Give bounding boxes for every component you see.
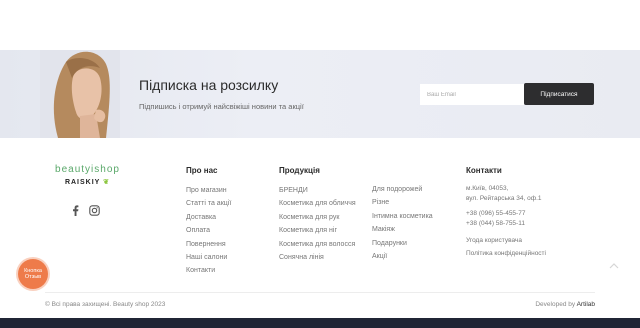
products-column: Продукція БРЕНДИ Косметика для обличчя К… — [279, 166, 459, 264]
about-link[interactable]: Контакти — [186, 264, 231, 277]
about-column: Про нас Про магазин Статті та акції Дост… — [186, 166, 231, 278]
address-line: вул. Рейтарська 34, оф.1 — [466, 194, 542, 202]
about-link[interactable]: Повернення — [186, 238, 231, 251]
phone-link[interactable]: +38 (044) 58-755-11 — [466, 219, 546, 229]
about-link[interactable]: Доставка — [186, 211, 231, 224]
address-line: м.Київ, 04053, — [466, 185, 509, 192]
about-link[interactable]: Оплата — [186, 224, 231, 237]
about-link[interactable]: Статті та акції — [186, 197, 231, 210]
about-title: Про нас — [186, 166, 218, 175]
footer-divider — [45, 292, 595, 293]
leaf-icon: ❦ — [103, 179, 111, 186]
instagram-icon[interactable] — [89, 205, 100, 216]
facebook-icon[interactable] — [72, 205, 79, 216]
privacy-policy-link[interactable]: Політика конфіденційності — [466, 247, 546, 260]
social-links — [72, 205, 100, 216]
subscribe-button[interactable]: Підписатися — [524, 83, 594, 105]
developer-link[interactable]: Artilab — [577, 301, 595, 308]
developer-credit: Developed by Artilab — [535, 301, 595, 308]
products-title: Продукція — [279, 166, 320, 175]
developer-prefix: Developed by — [535, 301, 576, 308]
chevron-up-icon[interactable] — [606, 258, 622, 274]
newsletter-title: Підписка на розсилку — [139, 77, 279, 93]
brand-logo[interactable]: beautyishop RAISKIY ❦ — [45, 164, 130, 186]
products-list-right: Для подорожей Різне Інтимна косметика Ма… — [372, 183, 433, 263]
user-agreement-link[interactable]: Угода користувача — [466, 234, 546, 247]
product-link[interactable]: Інтимна косметика — [372, 210, 433, 223]
phone-link[interactable]: +38 (096) 55-455-77 — [466, 209, 546, 219]
model-photo — [40, 50, 120, 138]
email-input[interactable] — [420, 84, 524, 105]
product-link[interactable]: Макіяж — [372, 223, 433, 236]
reviews-button[interactable]: Кнопка Отзыв — [18, 259, 48, 289]
about-link[interactable]: Наші салони — [186, 251, 231, 264]
reviews-label-line2: Отзыв — [24, 274, 42, 280]
newsletter-subtitle: Підпишись і отримуй найсвіжіші новини та… — [139, 102, 304, 111]
contacts-title: Контакти — [466, 166, 502, 175]
product-link[interactable]: Акції — [372, 250, 433, 263]
contacts-column: Контакти м.Київ, 04053, вул. Рейтарська … — [466, 166, 546, 260]
logo-bottom: RAISKIY ❦ — [45, 178, 130, 186]
newsletter-banner: Підписка на розсилку Підпишись і отримуй… — [0, 50, 640, 138]
product-link[interactable]: Для подорожей — [372, 183, 433, 196]
bottom-bar — [0, 318, 640, 328]
copyright-text: © Всі права захищені. Beauty shop 2023 — [45, 301, 166, 308]
product-link[interactable]: Різне — [372, 196, 433, 209]
about-list: Про магазин Статті та акції Доставка Опл… — [186, 184, 231, 278]
logo-top-text: beautyishop — [55, 164, 120, 175]
logo-bottom-text: RAISKIY — [64, 179, 101, 186]
about-link[interactable]: Про магазин — [186, 184, 231, 197]
product-link[interactable]: Подарунки — [372, 237, 433, 250]
